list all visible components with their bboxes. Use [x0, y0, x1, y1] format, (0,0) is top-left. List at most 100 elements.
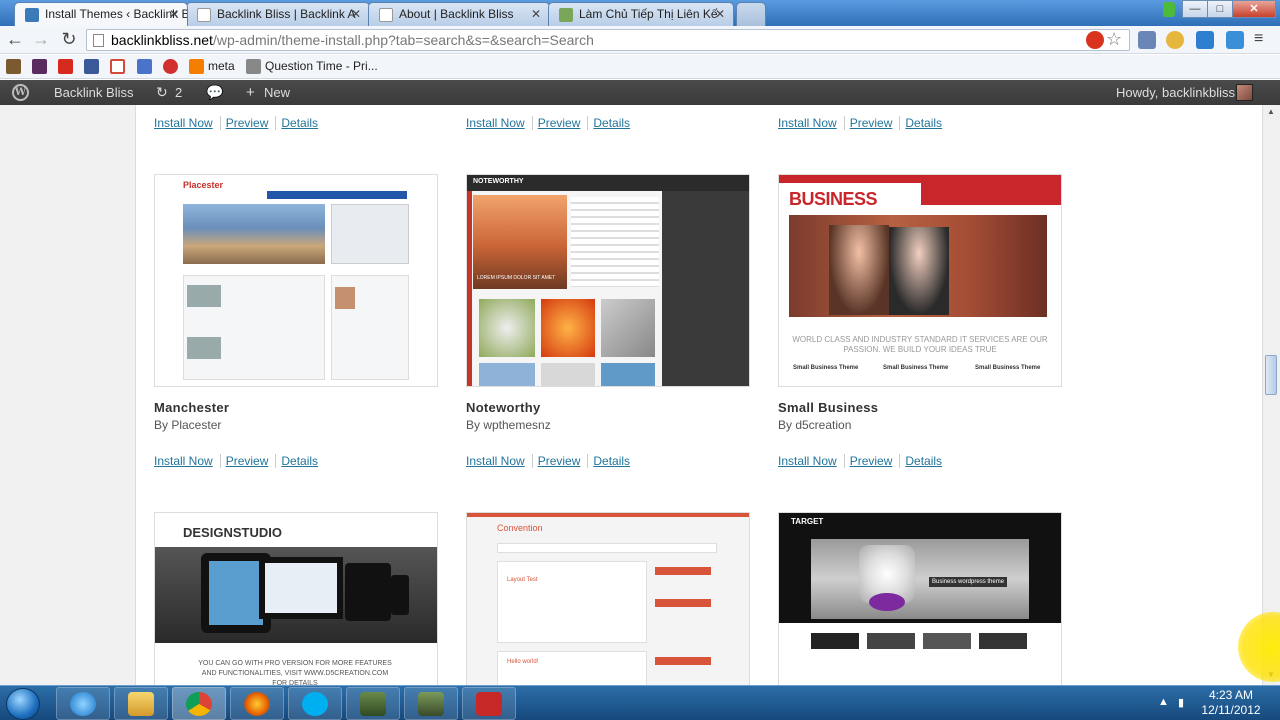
- business-column: Small Business Theme: [975, 365, 1041, 371]
- noteworthy-caption: LOREM IPSUM DOLOR SIT AMET: [477, 275, 556, 281]
- firefox-icon: [244, 692, 270, 716]
- reload-button[interactable]: ↻: [58, 30, 80, 50]
- imdb-icon[interactable]: [32, 59, 47, 74]
- adblock-icon[interactable]: [1086, 31, 1104, 49]
- address-bar[interactable]: backlinkbliss.net/wp-admin/theme-install…: [86, 29, 1130, 51]
- extension-icon[interactable]: [1196, 31, 1214, 49]
- theme-screenshot[interactable]: Placester: [154, 174, 438, 387]
- plus-icon[interactable]: +: [246, 80, 255, 105]
- install-now-link[interactable]: Install Now: [154, 454, 221, 468]
- preview-link[interactable]: Preview: [538, 116, 589, 130]
- close-tab-icon[interactable]: ✕: [531, 3, 541, 25]
- close-tab-icon[interactable]: ✕: [715, 3, 725, 25]
- seo-extension-icon[interactable]: [1138, 31, 1156, 49]
- theme-actions: Install Now Preview Details: [778, 454, 954, 470]
- bookmark-star-icon[interactable]: ☆: [1106, 29, 1122, 50]
- extension-icon[interactable]: [1166, 31, 1184, 49]
- theme-screenshot[interactable]: DESIGNSTUDIO YOU CAN GO WITH PRO VERSION…: [154, 512, 438, 685]
- new-content-link[interactable]: New: [264, 80, 290, 105]
- preview-link[interactable]: Preview: [538, 454, 589, 468]
- install-now-link[interactable]: Install Now: [154, 116, 221, 130]
- show-hidden-icons-icon[interactable]: ▲: [1158, 696, 1169, 708]
- close-tab-icon[interactable]: ✕: [351, 3, 361, 25]
- taskbar-skype[interactable]: [288, 687, 342, 720]
- install-now-link[interactable]: Install Now: [778, 454, 845, 468]
- user-profile-icon[interactable]: [1163, 2, 1175, 17]
- bookmark-meta[interactable]: meta: [208, 58, 235, 74]
- car-icon[interactable]: [246, 59, 261, 74]
- folder-icon: [128, 692, 154, 716]
- details-link[interactable]: Details: [593, 454, 637, 468]
- scroll-up-icon[interactable]: ▲: [1264, 107, 1278, 119]
- close-tab-icon[interactable]: ✕: [169, 3, 179, 25]
- forward-button[interactable]: →: [30, 30, 52, 50]
- admin-menu-area: [0, 105, 136, 685]
- scrollbar-thumb[interactable]: [1265, 355, 1277, 395]
- close-window-button[interactable]: ✕: [1232, 0, 1276, 18]
- back-button[interactable]: ←: [4, 30, 26, 50]
- chrome-icon: [186, 692, 212, 716]
- tab-backlink-bliss[interactable]: Backlink Bliss | Backlink A ✕: [186, 2, 370, 26]
- tab-install-themes[interactable]: Install Themes ‹ Backlink B ✕: [14, 2, 188, 26]
- details-link[interactable]: Details: [593, 116, 637, 130]
- gmail-icon[interactable]: [110, 59, 125, 74]
- preview-link[interactable]: Preview: [226, 454, 277, 468]
- site-name-link[interactable]: Backlink Bliss: [54, 80, 133, 105]
- taskbar-app[interactable]: [346, 687, 400, 720]
- bookmark-question-time[interactable]: Question Time - Pri...: [265, 58, 378, 74]
- theme-screenshot[interactable]: TARGET Business wordpress theme: [778, 512, 1062, 685]
- install-now-link[interactable]: Install Now: [466, 454, 533, 468]
- menu-icon[interactable]: ≡: [1254, 30, 1263, 48]
- howdy-user-link[interactable]: Howdy, backlinkbliss: [1116, 80, 1235, 105]
- details-link[interactable]: Details: [905, 116, 949, 130]
- new-tab-button[interactable]: [736, 2, 766, 26]
- blogger-icon[interactable]: [189, 59, 204, 74]
- yelp-icon[interactable]: [163, 59, 178, 74]
- start-button[interactable]: [6, 688, 40, 720]
- details-link[interactable]: Details: [281, 116, 325, 130]
- facebook-icon[interactable]: [84, 59, 99, 74]
- system-clock[interactable]: 4:23 AM 12/11/2012: [1196, 688, 1266, 718]
- preview-link[interactable]: Preview: [226, 116, 277, 130]
- convention-post-title: Layout Test: [507, 577, 538, 583]
- wordpress-logo-icon[interactable]: W: [12, 84, 29, 101]
- extension-icon[interactable]: [1226, 31, 1244, 49]
- placester-logo: Placester: [183, 180, 224, 190]
- tab-about[interactable]: About | Backlink Bliss ✕: [368, 2, 550, 26]
- chart-icon[interactable]: [6, 59, 21, 74]
- heart-icon[interactable]: [137, 59, 152, 74]
- tab-lam-chu[interactable]: Làm Chủ Tiếp Thị Liên Kế ✕: [548, 2, 734, 26]
- windows-taskbar: ▲ ▮ 4:23 AM 12/11/2012: [0, 685, 1280, 720]
- youtube-icon[interactable]: [58, 59, 73, 74]
- comments-icon[interactable]: 💬: [206, 80, 223, 105]
- convention-logo: Convention: [497, 523, 543, 533]
- theme-author: By Placester: [154, 418, 222, 432]
- updates-icon[interactable]: ↻: [156, 80, 168, 105]
- design-studio-caption: YOU CAN GO WITH PRO VERSION FOR MORE FEA…: [198, 660, 392, 685]
- preview-link[interactable]: Preview: [850, 116, 901, 130]
- taskbar-explorer[interactable]: [114, 687, 168, 720]
- page-icon: [93, 34, 104, 47]
- browser-tab-strip: Install Themes ‹ Backlink B ✕ Backlink B…: [0, 0, 1280, 26]
- preview-link[interactable]: Preview: [850, 454, 901, 468]
- network-icon[interactable]: ▮: [1178, 696, 1184, 709]
- taskbar-ie[interactable]: [56, 687, 110, 720]
- minimize-button[interactable]: —: [1182, 0, 1208, 18]
- app-icon: [418, 692, 444, 716]
- maximize-button[interactable]: □: [1207, 0, 1233, 18]
- updates-count[interactable]: 2: [175, 80, 182, 105]
- theme-install-list: Install Now Preview Details Install Now Pre…: [137, 105, 1262, 685]
- taskbar-filezilla[interactable]: [462, 687, 516, 720]
- details-link[interactable]: Details: [905, 454, 949, 468]
- details-link[interactable]: Details: [281, 454, 325, 468]
- theme-screenshot[interactable]: NOTEWORTHY LOREM IPSUM DOLOR SIT AMET: [466, 174, 750, 387]
- theme-screenshot[interactable]: BUSINESS WORLD CLASS AND INDUSTRY STANDA…: [778, 174, 1062, 387]
- taskbar-app[interactable]: [404, 687, 458, 720]
- page-scrollbar[interactable]: [1262, 105, 1280, 685]
- avatar[interactable]: [1236, 84, 1253, 101]
- theme-screenshot[interactable]: Convention Layout Test Hello world!: [466, 512, 750, 685]
- taskbar-chrome[interactable]: [172, 687, 226, 720]
- taskbar-firefox[interactable]: [230, 687, 284, 720]
- install-now-link[interactable]: Install Now: [466, 116, 533, 130]
- install-now-link[interactable]: Install Now: [778, 116, 845, 130]
